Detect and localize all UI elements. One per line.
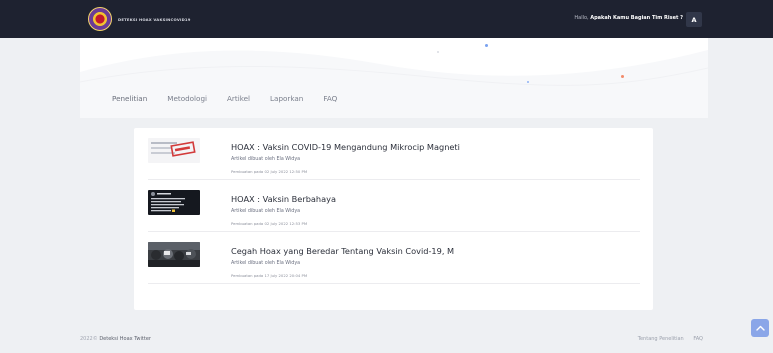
footer-link-faq[interactable]: FAQ	[693, 336, 703, 342]
article-author: Artikel dibuat oleh Ela Widya	[231, 157, 301, 162]
article-author: Artikel dibuat oleh Ela Widya	[231, 261, 301, 266]
tab-artikel[interactable]: Artikel	[227, 94, 250, 103]
article-title[interactable]: Cegah Hoax yang Beredar Tentang Vaksin C…	[231, 246, 454, 256]
article-title[interactable]: HOAX : Vaksin COVID-19 Mengandung Mikroc…	[231, 142, 460, 152]
article-thumbnail[interactable]	[148, 190, 200, 215]
section-tabs: Penelitian Metodologi Artikel Laporkan F…	[112, 94, 357, 103]
brand-name: DETEKSI HOAX VAKSINCOVID19	[118, 16, 191, 22]
top-navbar: DETEKSI HOAX VAKSINCOVID19 Hallo, Apakah…	[0, 0, 773, 38]
tab-laporkan[interactable]: Laporkan	[270, 94, 303, 103]
scroll-top-button[interactable]	[751, 319, 769, 337]
article-item[interactable]: HOAX : Vaksin COVID-19 Mengandung Mikroc…	[148, 128, 640, 180]
footer-links: Tentang Penelitian FAQ	[630, 336, 703, 342]
decor-dot	[485, 44, 488, 47]
footer-copyright: 2022© Deteksi Hoax Twitter	[80, 336, 151, 342]
tab-metodologi[interactable]: Metodologi	[167, 94, 207, 103]
decor-dot	[437, 51, 439, 53]
footer-link-about[interactable]: Tentang Penelitian	[638, 336, 684, 342]
user-avatar-button[interactable]: A	[686, 12, 702, 27]
user-greeting: Hallo, Apakah Kamu Bagian Tim Riset ?	[574, 15, 683, 21]
article-item[interactable]: Cegah Hoax yang Beredar Tentang Vaksin C…	[148, 232, 640, 284]
hero-wave-decoration	[80, 50, 708, 118]
article-thumbnail[interactable]	[148, 242, 200, 267]
article-date: Pembuatan pada 17 July 2022 20:04 PM	[231, 273, 308, 278]
university-seal-icon	[88, 7, 112, 31]
article-author: Artikel dibuat oleh Ela Widya	[231, 209, 301, 214]
article-list: HOAX : Vaksin COVID-19 Mengandung Mikroc…	[134, 128, 653, 310]
decor-dot	[621, 75, 624, 78]
article-date: Pembuatan pada 02 July 2022 12:53 PM	[231, 221, 308, 226]
chevron-up-icon	[755, 325, 765, 331]
brand-link[interactable]: DETEKSI HOAX VAKSINCOVID19	[88, 7, 191, 31]
article-thumbnail[interactable]	[148, 138, 200, 163]
tab-faq[interactable]: FAQ	[323, 94, 337, 103]
decor-dot	[527, 81, 529, 83]
article-item[interactable]: HOAX : Vaksin Berbahaya Artikel dibuat o…	[148, 180, 640, 232]
tab-penelitian[interactable]: Penelitian	[112, 94, 147, 103]
article-date: Pembuatan pada 02 July 2022 12:50 PM	[231, 169, 308, 174]
article-title[interactable]: HOAX : Vaksin Berbahaya	[231, 194, 336, 204]
hero-banner: Penelitian Metodologi Artikel Laporkan F…	[80, 38, 708, 118]
